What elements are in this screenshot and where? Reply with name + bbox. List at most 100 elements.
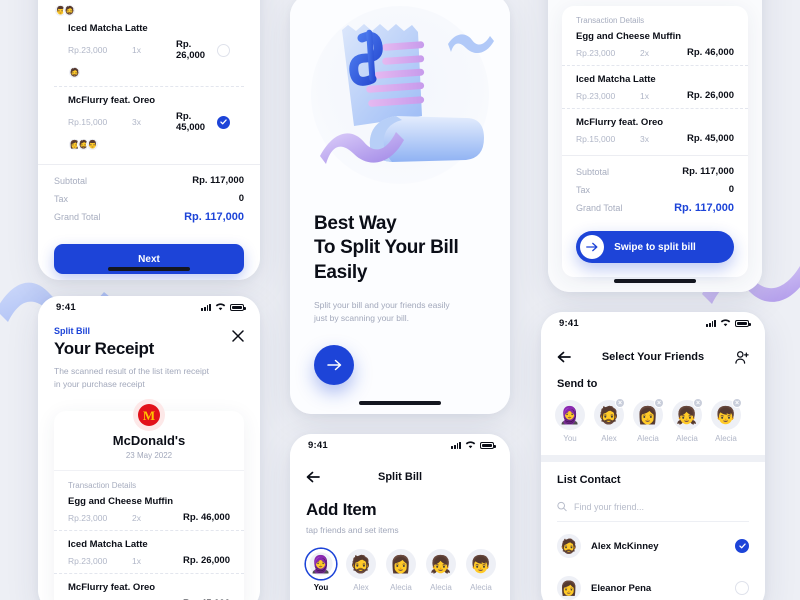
back-button[interactable] bbox=[557, 351, 571, 363]
friend-search[interactable] bbox=[557, 495, 749, 522]
transaction-details-label: Transaction Details bbox=[576, 16, 645, 25]
total-value: Rp. 117,000 bbox=[184, 211, 244, 223]
receipt-item[interactable]: Iced Matcha Latte Rp.23,000 1x Rp. 26,000 🧔 bbox=[54, 23, 244, 86]
check-icon bbox=[738, 543, 746, 549]
friend-chip[interactable]: 🧔 Alex bbox=[346, 549, 376, 592]
screen-onboarding: Best Way To Split Your Bill Easily Split… bbox=[290, 0, 510, 414]
onboarding-next-button[interactable] bbox=[314, 345, 354, 386]
friend-chip[interactable]: 👧 × Alecia bbox=[672, 398, 703, 443]
avatar: 👧 bbox=[426, 549, 456, 580]
item-unit-price: Rp.23,000 bbox=[68, 45, 108, 55]
item-total: Rp. 46,000 bbox=[687, 47, 734, 58]
total-label: Grand Total bbox=[54, 212, 101, 222]
friend-name: Alecia bbox=[390, 583, 412, 593]
wifi-icon bbox=[465, 441, 476, 449]
receipt-item: Egg and Cheese Muffin Rp.23,000 2x Rp. 46,0… bbox=[562, 31, 748, 65]
avatar: 🧕 bbox=[306, 549, 336, 580]
item-select-checkbox[interactable] bbox=[217, 43, 230, 57]
add-person-button[interactable] bbox=[735, 350, 749, 364]
contact-row[interactable]: 👩 Eleanor Pena bbox=[557, 567, 749, 600]
friend-name: Alecia bbox=[430, 583, 452, 593]
design-showcase-canvas: 👨 🧔 Iced Matcha Latte Rp.23,000 1x Rp. 26,00… bbox=[0, 0, 800, 600]
screen-receipt-summary: Transaction Details Egg and Cheese Muffi… bbox=[548, 0, 762, 292]
onboarding-title-line1: Best Way bbox=[314, 213, 397, 234]
cellular-bars-icon bbox=[201, 303, 211, 311]
merchant-logo-wrap: M bbox=[133, 399, 165, 432]
avatar: 👩 bbox=[386, 549, 416, 580]
receipt-3d-illustration bbox=[320, 24, 494, 164]
total-label: Grand Total bbox=[576, 203, 623, 213]
item-quantity: 1x bbox=[640, 90, 649, 101]
phone-onboarding: Best Way To Split Your Bill Easily Split… bbox=[290, 0, 510, 414]
item-quantity: 1x bbox=[132, 45, 141, 55]
cellular-bars-icon bbox=[706, 319, 716, 327]
onboarding-desc-line1: Split your bill and your friends easily bbox=[314, 299, 450, 310]
friend-chip[interactable]: 🧔 × Alex bbox=[594, 398, 625, 443]
friend-chip[interactable]: 👦 Alecia bbox=[466, 549, 496, 592]
item-unit-price: Rp.15,000 bbox=[68, 117, 108, 127]
friend-chip[interactable]: 👦 × Alecia bbox=[711, 398, 742, 443]
receipt-item[interactable]: McFlurry feat. Oreo Rp.15,000 3x Rp. 45,000… bbox=[54, 86, 244, 158]
eyebrow-split-bill: Split Bill bbox=[54, 326, 90, 336]
total-value: 0 bbox=[238, 193, 244, 204]
onboarding-desc-line2: just by scanning your bill. bbox=[314, 313, 409, 324]
phone-your-receipt: 9:41 Split Bill Your Receipt The scanned… bbox=[38, 296, 260, 600]
item-unit-price: Rp.15,000 bbox=[576, 133, 616, 144]
friend-chip[interactable]: 🧕 You bbox=[306, 549, 336, 592]
receipt-item: McFlurry feat. OreoRp.15,0003xRp. 45,000 bbox=[54, 573, 244, 600]
screen-your-receipt: 9:41 Split Bill Your Receipt The scanned… bbox=[38, 296, 260, 600]
back-button[interactable] bbox=[306, 471, 320, 483]
avatar: 👨 bbox=[86, 138, 99, 151]
remove-friend-icon[interactable]: × bbox=[654, 398, 664, 408]
close-button[interactable] bbox=[232, 330, 244, 342]
receipt-item-list: Egg and Cheese Muffin Rp.23,000 2x Rp. 46,0… bbox=[562, 31, 748, 151]
receipt-totals: Subtotal Rp. 117,000 Tax 0 Grand Total Rp. 11… bbox=[562, 155, 748, 214]
screen-split-items: 👨 🧔 Iced Matcha Latte Rp.23,000 1x Rp. 26,00… bbox=[38, 0, 260, 280]
screen-select-friends: 9:41 Select Your Friends Send to 🧕 You 🧔… bbox=[541, 312, 765, 600]
nav-bar: Split Bill bbox=[290, 462, 510, 488]
mcdonalds-logo: M bbox=[138, 404, 160, 427]
avatar: 👦 bbox=[466, 549, 496, 580]
item-quantity: 2x bbox=[640, 47, 649, 58]
item-name: Egg and Cheese Muffin bbox=[68, 496, 174, 508]
friend-selector: 🧕 You 🧔 Alex 👩 Alecia 👧 Alecia 👦 Alecia bbox=[290, 537, 510, 592]
friend-chip[interactable]: 👧 Alecia bbox=[426, 549, 456, 592]
battery-icon bbox=[480, 442, 496, 449]
item-unit-price: Rp.23,000 bbox=[576, 47, 616, 58]
total-label: Tax bbox=[54, 193, 69, 204]
item-quantity: 1x bbox=[132, 555, 141, 566]
total-value: Rp. 117,000 bbox=[682, 166, 734, 177]
friend-chip[interactable]: 👩 × Alecia bbox=[633, 398, 664, 443]
screen-add-item: 9:41 Split Bill Add Item tap friends and… bbox=[290, 434, 510, 600]
total-value: 0 bbox=[728, 184, 734, 195]
friend-name: Alecia bbox=[715, 434, 737, 443]
item-total: Rp. 46,000 bbox=[183, 512, 230, 524]
swipe-to-split-bill-button[interactable]: Swipe to split bill bbox=[576, 231, 734, 263]
total-row: Subtotal Rp. 117,000 bbox=[54, 175, 244, 186]
friend-name: You bbox=[313, 583, 329, 593]
page-title: Add Item bbox=[306, 500, 377, 519]
onboarding-title-line3: Easily bbox=[314, 261, 368, 283]
friend-chip[interactable]: 👩 Alecia bbox=[386, 549, 416, 592]
home-indicator bbox=[614, 279, 696, 283]
battery-icon bbox=[735, 320, 751, 327]
remove-friend-icon[interactable]: × bbox=[732, 398, 742, 408]
contact-row[interactable]: 🧔 Alex McKinney bbox=[557, 525, 749, 567]
contact-select-checkbox[interactable] bbox=[735, 539, 749, 553]
remove-friend-icon[interactable]: × bbox=[693, 398, 703, 408]
home-indicator bbox=[108, 267, 190, 271]
total-value: Rp. 117,000 bbox=[674, 202, 734, 214]
friend-chip[interactable]: 🧕 You bbox=[555, 400, 585, 443]
swipe-knob[interactable] bbox=[580, 235, 604, 259]
contact-select-checkbox[interactable] bbox=[735, 581, 749, 595]
item-name: Egg and Cheese Muffin bbox=[576, 31, 682, 42]
send-to-label: Send to bbox=[557, 378, 598, 390]
remove-friend-icon[interactable]: × bbox=[615, 398, 625, 408]
item-total: Rp. 45,000 bbox=[176, 111, 206, 133]
item-quantity: 3x bbox=[640, 133, 649, 144]
contact-list: 🧔 Alex McKinney 👩 Eleanor Pena bbox=[557, 522, 749, 600]
search-input[interactable] bbox=[574, 501, 749, 512]
arrow-left-icon bbox=[557, 351, 571, 363]
item-name: McFlurry feat. Oreo bbox=[68, 95, 156, 106]
item-select-checkbox[interactable] bbox=[217, 115, 230, 129]
